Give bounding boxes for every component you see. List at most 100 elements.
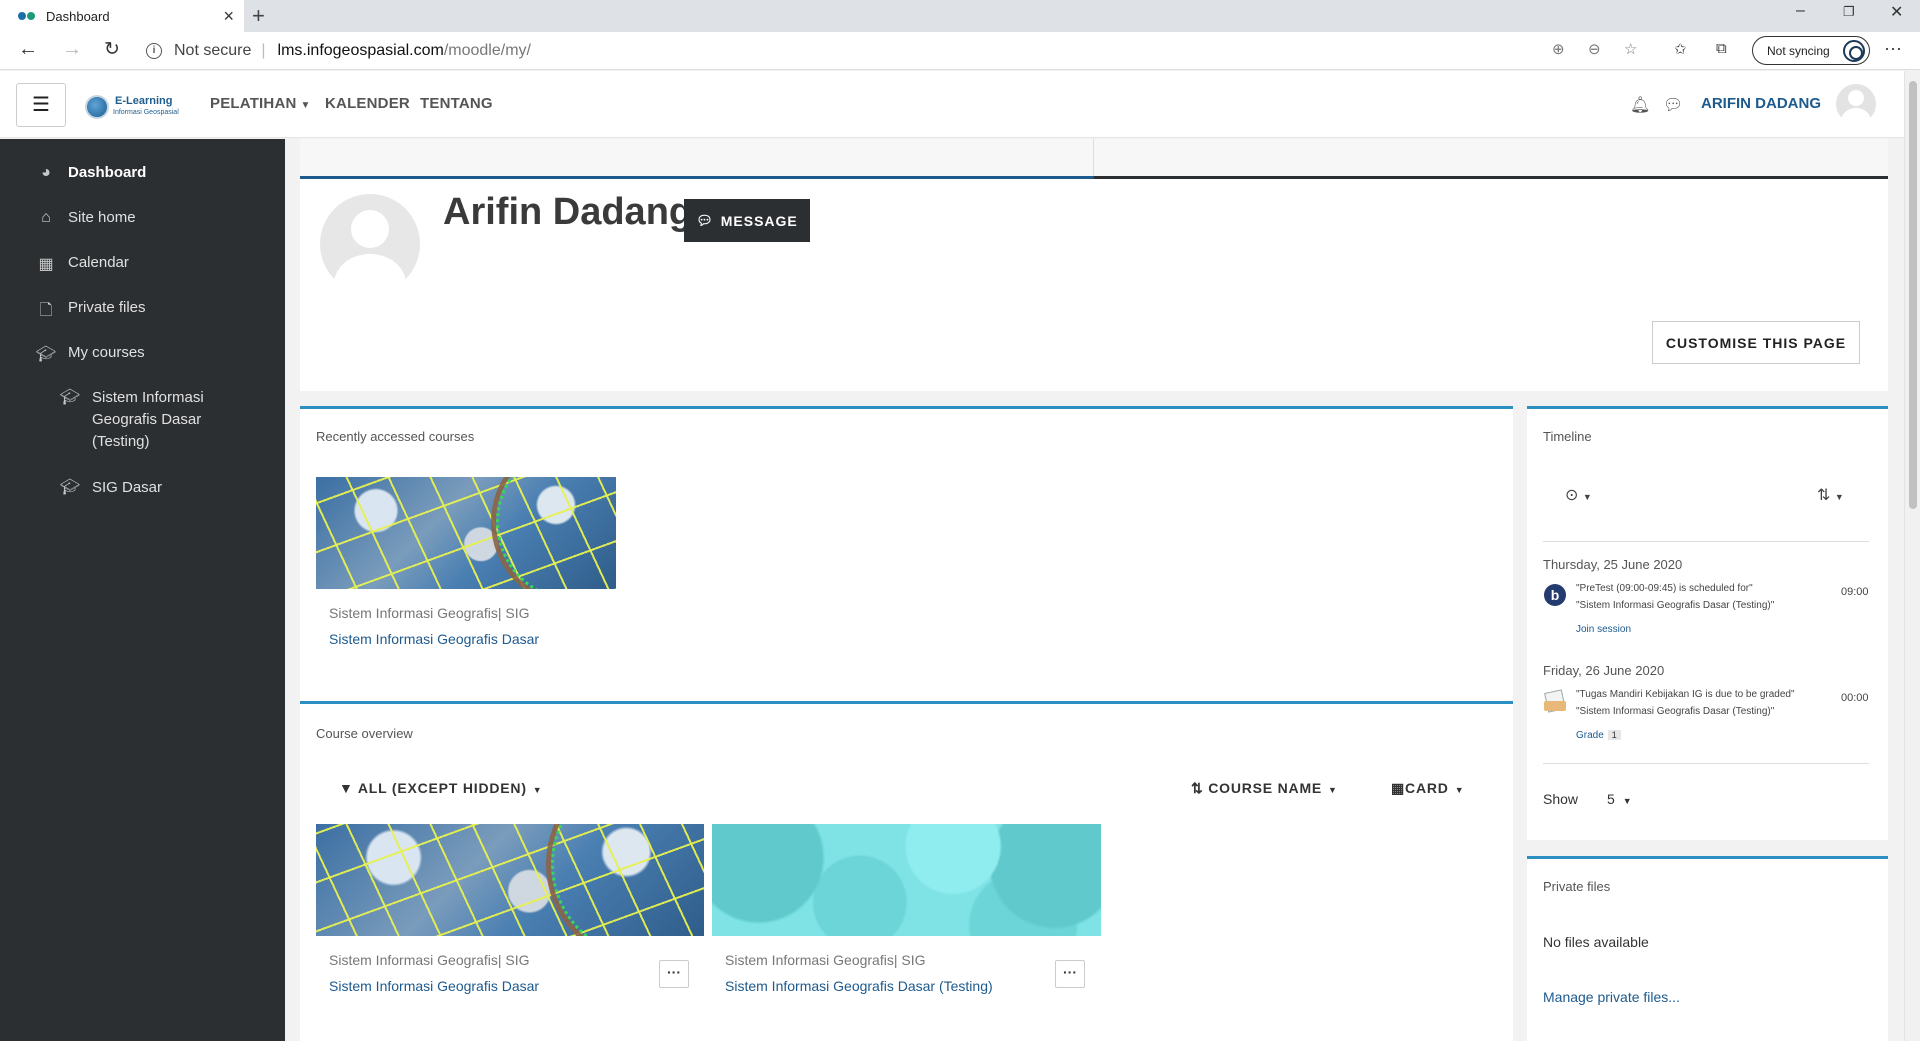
event-date: Thursday, 25 June 2020 [1543, 557, 1683, 572]
graduation-cap-icon: 🎓︎ [59, 479, 81, 496]
block-title: Course overview [316, 726, 413, 741]
favorite-star-icon[interactable]: ☆ [1624, 40, 1637, 58]
restore-icon[interactable]: ❐ [1843, 4, 1855, 20]
caret-down-icon: ▼ [1328, 785, 1338, 795]
page-header: Arifin Dadang 💬︎ MESSAGE CUSTOMISE THIS … [300, 176, 1888, 391]
manage-private-files-link[interactable]: Manage private files... [1543, 989, 1680, 1005]
graduation-cap-icon: 🎓︎ [35, 346, 57, 363]
course-actions-button[interactable]: ··· [1055, 960, 1085, 988]
address-toolbar: ← → ↻ i Not secure | lms.infogeospasial.… [0, 32, 1920, 70]
assignment-icon [1544, 689, 1566, 711]
minimize-icon[interactable]: – [1796, 2, 1805, 20]
window-close-icon[interactable]: ✕ [1890, 2, 1903, 22]
logo-subtitle: Informasi Geospasial [113, 109, 179, 116]
sidebar-item-dashboard[interactable]: ◕ Dashboard [34, 164, 146, 182]
sidebar-item-course-sig-dasar[interactable]: 🎓︎ SIG Dasar [58, 477, 162, 499]
caret-down-icon: ▼ [1622, 796, 1632, 806]
scrollbar-thumb[interactable] [1909, 81, 1917, 509]
page-scrollbar[interactable] [1904, 71, 1920, 1041]
sort-dropdown[interactable]: ⇅ COURSE NAME ▼ [1191, 780, 1338, 797]
bigbluebutton-icon: b [1544, 584, 1566, 606]
caret-down-icon: ▼ [1454, 785, 1465, 795]
clock-filter-icon[interactable]: ⊙ ▼ [1565, 485, 1592, 505]
event-description[interactable]: "PreTest (09:00-09:45) is scheduled for"… [1576, 580, 1774, 614]
back-icon[interactable]: ← [18, 38, 38, 61]
course-image[interactable] [316, 824, 704, 936]
forward-icon[interactable]: → [62, 38, 82, 61]
user-menu-name[interactable]: ARIFIN DADANG [1701, 95, 1821, 112]
empty-message: No files available [1543, 934, 1649, 950]
zoom-out-icon[interactable]: ⊖ [1588, 40, 1601, 58]
course-image[interactable] [316, 477, 616, 589]
customise-page-button[interactable]: CUSTOMISE THIS PAGE [1652, 321, 1860, 364]
sidebar-item-private-files[interactable]: 🗋 Private files [34, 299, 146, 326]
block-title: Timeline [1543, 429, 1592, 444]
new-tab-icon[interactable]: + [252, 3, 265, 29]
course-actions-button[interactable]: ··· [659, 960, 689, 988]
view-dropdown[interactable]: ▦CARD ▼ [1391, 780, 1464, 797]
join-session-link[interactable]: Join session [1576, 624, 1631, 635]
course-name-link[interactable]: Sistem Informasi Geografis Dasar [329, 631, 539, 647]
not-secure-label: Not secure [174, 42, 252, 59]
block-title: Recently accessed courses [316, 429, 475, 444]
sidebar-item-label: Calendar [68, 254, 129, 271]
divider [1543, 763, 1869, 764]
grouping-filter-dropdown[interactable]: ▼ ALL (EXCEPT HIDDEN) ▼ [339, 780, 543, 796]
refresh-icon[interactable]: ↻ [104, 38, 120, 61]
event-date: Friday, 26 June 2020 [1543, 663, 1665, 678]
sort-icon[interactable]: ⇅ ▼ [1817, 485, 1844, 505]
globe-logo-icon [85, 95, 109, 119]
browser-tab[interactable]: Dashboard × [0, 0, 244, 32]
tab-title: Dashboard [46, 8, 110, 24]
menu-kalender[interactable]: KALENDER [325, 95, 410, 112]
dashboard-icon: ◕ [41, 164, 51, 181]
favorites-list-icon[interactable]: ✩ [1674, 40, 1687, 58]
sidebar-item-label: Private files [68, 299, 146, 316]
profile-avatar [320, 194, 420, 294]
collections-icon[interactable]: ⧉ [1716, 40, 1727, 57]
sidebar-item-my-courses[interactable]: 🎓︎ My courses [34, 344, 145, 364]
caret-down-icon: ▼ [532, 785, 543, 795]
course-image[interactable] [712, 824, 1101, 936]
favicon-icon [18, 11, 36, 21]
sidebar-item-calendar[interactable]: ▦ Calendar [34, 254, 129, 274]
show-count-dropdown[interactable]: 5 ▼ [1607, 791, 1632, 807]
sync-button[interactable]: Not syncing [1752, 36, 1870, 65]
url-path: /moodle/my/ [443, 42, 531, 59]
private-files-block: Private files No files available Manage … [1527, 856, 1888, 1041]
close-tab-icon[interactable]: × [223, 6, 234, 27]
more-menu-icon[interactable]: ··· [1884, 38, 1902, 59]
sidebar-course-label: Sistem Informasi Geografis Dasar (Testin… [92, 389, 204, 450]
user-avatar[interactable] [1836, 84, 1876, 124]
show-label: Show [1543, 791, 1579, 807]
browser-tab-bar: Dashboard × + – ❐ ✕ [0, 0, 1920, 32]
course-overview-block: Course overview ▼ ALL (EXCEPT HIDDEN) ▼ ⇅… [300, 701, 1513, 1041]
course-name-link[interactable]: Sistem Informasi Geografis Dasar [329, 978, 539, 994]
count-badge: 1 [1607, 730, 1621, 740]
site-navbar: ☰ E-Learning Informasi Geospasial PELATI… [0, 71, 1904, 138]
notification-bell-icon[interactable]: 🔔︎ [1630, 95, 1650, 115]
divider [1093, 139, 1094, 176]
grade-link[interactable]: Grade 1 [1576, 730, 1621, 741]
site-logo[interactable]: E-Learning Informasi Geospasial [85, 95, 190, 119]
header-accent [300, 176, 1094, 179]
messages-icon[interactable]: 💬︎ [1663, 95, 1683, 115]
drawer-toggle-button[interactable]: ☰ [16, 83, 66, 127]
message-button-label: MESSAGE [720, 212, 798, 229]
sidebar-item-course-sig-testing[interactable]: 🎓︎ Sistem Informasi Geografis Dasar (Tes… [58, 387, 204, 453]
divider [1543, 541, 1869, 542]
page-title: Arifin Dadang [443, 191, 693, 233]
nav-drawer: ◕ Dashboard ⌂ Site home ▦ Calendar 🗋 Pri… [0, 139, 285, 1041]
home-icon: ⌂ [41, 209, 51, 226]
info-icon[interactable]: i [146, 43, 162, 59]
menu-pelatihan[interactable]: PELATIHAN ▼ [210, 95, 311, 112]
event-description[interactable]: "Tugas Mandiri Kebijakan IG is due to be… [1576, 686, 1795, 720]
filter-icon: ▼ [339, 780, 358, 796]
course-name-link[interactable]: Sistem Informasi Geografis Dasar (Testin… [725, 978, 993, 994]
url-field[interactable]: i Not secure | lms.infogeospasial.com/mo… [146, 37, 1736, 65]
menu-tentang[interactable]: TENTANG [420, 95, 493, 112]
course-category: Sistem Informasi Geografis| SIG [725, 952, 926, 968]
zoom-in-icon[interactable]: ⊕ [1552, 40, 1565, 58]
message-button[interactable]: 💬︎ MESSAGE [684, 199, 810, 242]
sidebar-item-site-home[interactable]: ⌂ Site home [34, 209, 135, 227]
